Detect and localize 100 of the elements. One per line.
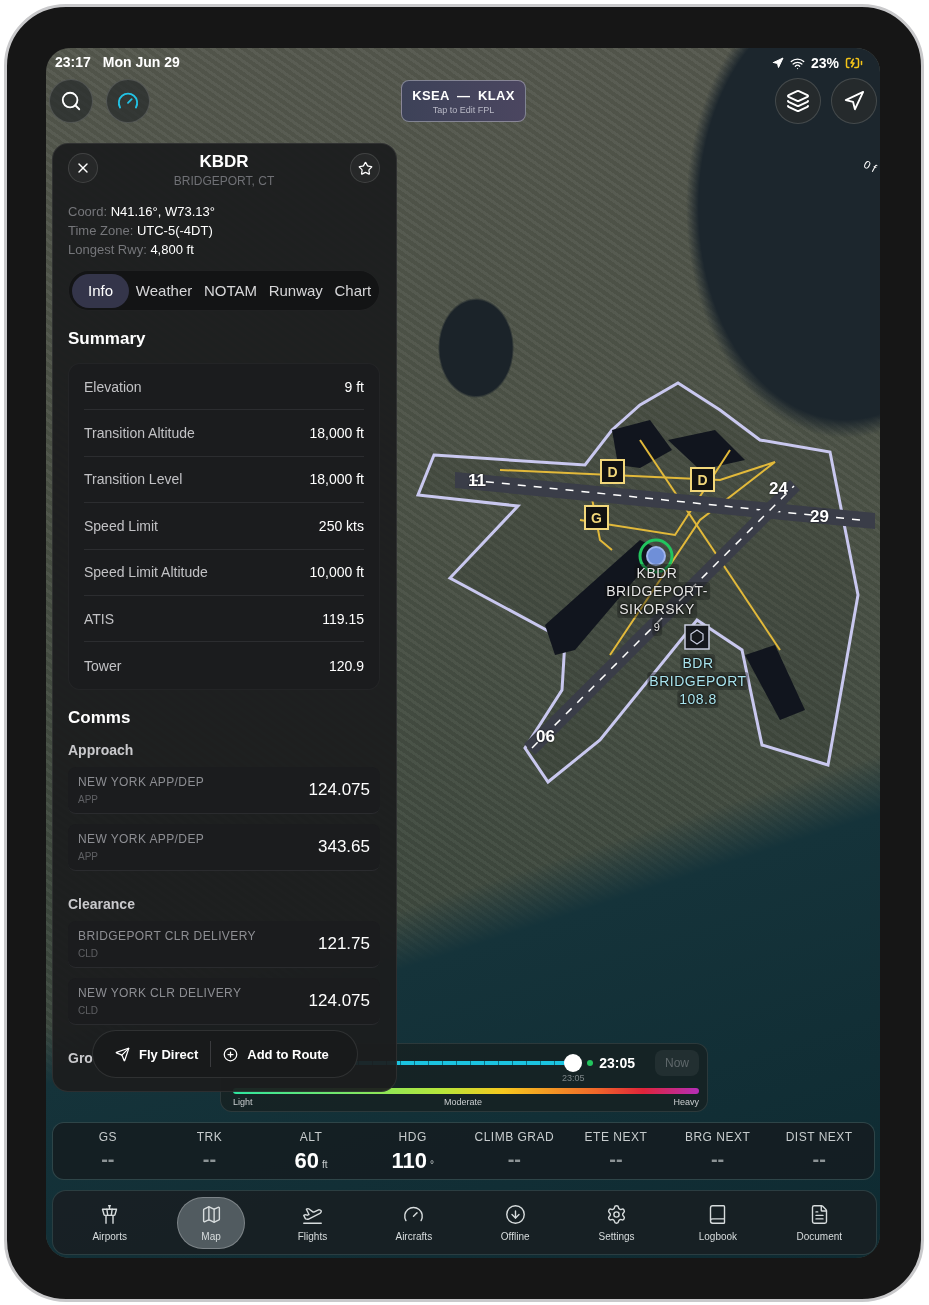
summary-label: ATIS xyxy=(84,610,115,627)
navigation-button[interactable] xyxy=(831,78,877,124)
taxiway-sign: G xyxy=(584,505,609,530)
status-date: Mon Jun 29 xyxy=(102,54,180,70)
instrument-label: HDG xyxy=(398,1130,427,1144)
settings-icon xyxy=(606,1203,628,1225)
nav-tab[interactable]: Settings xyxy=(582,1196,651,1249)
live-dot xyxy=(587,1060,594,1066)
frequency: 124.075 xyxy=(308,990,370,1011)
instrument-label: TRK xyxy=(196,1130,223,1144)
map-edge-label: 0 f xyxy=(861,157,879,175)
map-icon xyxy=(200,1203,222,1225)
instrument-value: -- xyxy=(101,1148,115,1171)
fly-direct-button[interactable]: Fly Direct xyxy=(103,1039,211,1069)
wifi-icon xyxy=(790,55,805,71)
airport-city: BRIDGEPORT, CT xyxy=(173,174,275,188)
battery-percent: 23% xyxy=(811,55,840,71)
taxiway-sign: D xyxy=(600,459,625,484)
star-icon xyxy=(357,160,373,176)
summary-value: 119.15 xyxy=(322,610,364,627)
summary-value: 18,000 ft xyxy=(309,425,364,442)
airport-map-label: 9 xyxy=(651,618,663,636)
station-name: NEW YORK APP/DEP xyxy=(78,774,205,789)
paper-plane-icon xyxy=(115,1046,130,1062)
search-button[interactable] xyxy=(49,79,93,123)
instrument-value: -- xyxy=(609,1148,623,1171)
section-title: Summary xyxy=(68,329,146,349)
layers-icon xyxy=(786,89,810,113)
nav-tab[interactable]: Document xyxy=(785,1196,854,1249)
info-tab[interactable]: Weather xyxy=(131,273,198,308)
add-to-route-button[interactable]: Add to Route xyxy=(211,1039,341,1069)
info-tab[interactable]: NOTAM xyxy=(199,273,262,308)
frequency-row[interactable]: NEW YORK APP/DEP APP 343.65 xyxy=(68,823,380,871)
summary-label: Speed Limit xyxy=(84,517,158,534)
frequency-row[interactable]: NEW YORK CLR DELIVERY CLD 124.075 xyxy=(68,977,380,1025)
frequency: 124.075 xyxy=(308,779,370,800)
frequency: 343.65 xyxy=(318,836,370,857)
instrument-value: 60 xyxy=(294,1148,319,1174)
station-name: BRIDGEPORT CLR DELIVERY xyxy=(78,928,256,943)
instrument-label: ETE NEXT xyxy=(584,1130,648,1144)
instrument-label: CLIMB GRAD xyxy=(474,1130,555,1144)
flight-plan-button[interactable]: KSEA — KLAX Tap to Edit FPL xyxy=(401,80,526,122)
airport-fact: Coord: N41.16°, W73.13° xyxy=(68,204,216,219)
summary-value: 250 kts xyxy=(318,517,364,534)
nav-tab[interactable]: Airports xyxy=(75,1196,144,1249)
frequency: 121.75 xyxy=(318,933,370,954)
runway-number: 11 xyxy=(468,471,486,490)
summary-label: Transition Level xyxy=(84,471,183,488)
section-title: Comms xyxy=(68,707,131,728)
info-tab[interactable]: Runway xyxy=(263,273,328,308)
frequency-row[interactable]: BRIDGEPORT CLR DELIVERY CLD 121.75 xyxy=(68,920,380,968)
nav-tab[interactable]: Offline xyxy=(481,1196,550,1249)
summary-value: 120.9 xyxy=(328,657,364,674)
gauge-button[interactable] xyxy=(106,79,150,123)
status-time: 23:17 xyxy=(55,54,91,70)
summary-label: Elevation xyxy=(84,378,142,395)
vor-navaid-icon xyxy=(684,624,710,650)
summary-label: Tower xyxy=(84,657,122,674)
instrument-value: -- xyxy=(202,1148,217,1171)
instrument-label: DIST NEXT xyxy=(785,1130,853,1144)
station-name: NEW YORK APP/DEP xyxy=(78,831,205,846)
station-type: APP xyxy=(78,793,99,805)
navaid-map-label: 108.8 xyxy=(677,690,719,708)
airport-code: KBDR xyxy=(199,152,249,172)
summary-value: 9 ft xyxy=(344,378,364,395)
search-icon xyxy=(60,90,82,112)
instrument-value: -- xyxy=(812,1148,826,1171)
instrument-label: ALT xyxy=(299,1130,323,1144)
summary-label: Speed Limit Altitude xyxy=(84,564,208,581)
station-type: CLD xyxy=(78,1004,99,1016)
station-name: NEW YORK CLR DELIVERY xyxy=(78,985,242,1000)
location-icon xyxy=(772,57,784,69)
comm-group-title: Gro xyxy=(68,1049,93,1066)
close-button[interactable] xyxy=(68,153,98,183)
summary-value: 18,000 ft xyxy=(309,471,364,488)
frequency-row[interactable]: NEW YORK APP/DEP APP 124.075 xyxy=(68,766,380,814)
nav-tab[interactable]: Aircrafts xyxy=(379,1196,448,1249)
comm-group-title: Clearance xyxy=(68,895,135,912)
instrument-unit: ft xyxy=(322,1159,328,1170)
navigation-arrow-icon xyxy=(843,90,865,112)
airport-fact: Time Zone: UTC-5(-4DT) xyxy=(68,223,214,238)
station-type: CLD xyxy=(78,947,99,959)
current-time: 23:05 xyxy=(599,1055,635,1071)
instrument-value: -- xyxy=(507,1148,521,1171)
slider-thumb[interactable] xyxy=(564,1054,583,1072)
layers-button[interactable] xyxy=(775,78,821,124)
instrument-label: BRG NEXT xyxy=(684,1130,751,1144)
favorite-button[interactable] xyxy=(350,153,380,183)
nav-tab[interactable]: Logbook xyxy=(683,1196,752,1249)
tick-label: 23:05 xyxy=(561,1073,585,1083)
info-tab[interactable]: Info xyxy=(72,273,130,308)
nav-tab[interactable]: Map xyxy=(177,1196,246,1249)
airport-fact: Longest Rwy: 4,800 ft xyxy=(68,242,195,257)
scale-label: Heavy xyxy=(673,1097,699,1107)
summary-label: Transition Altitude xyxy=(84,425,195,442)
runway-number: 24 xyxy=(769,479,788,498)
nav-tab[interactable]: Flights xyxy=(278,1196,347,1249)
info-tab[interactable]: Chart xyxy=(329,273,377,308)
navaid-map-label: BRIDGEPORT xyxy=(647,672,749,690)
plus-circle-icon xyxy=(223,1046,239,1062)
